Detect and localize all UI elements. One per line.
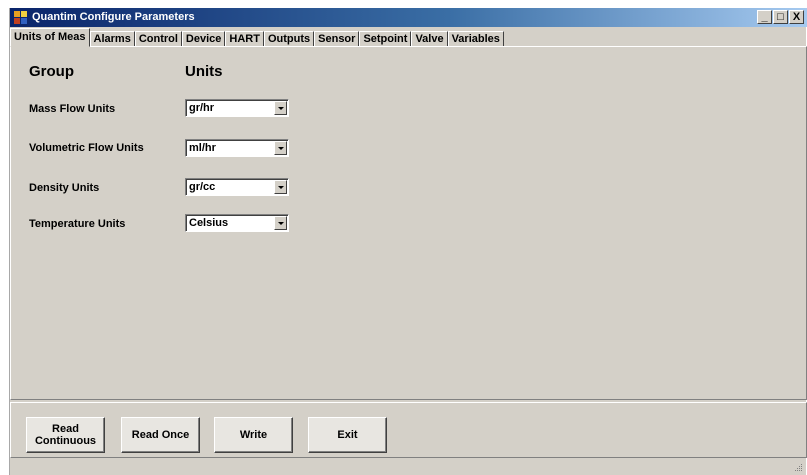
button-bar: Read Continuous Read Once Write Exit [10,402,807,458]
mass-flow-label: Mass Flow Units [29,103,116,115]
chevron-down-icon[interactable] [274,216,287,230]
read-continuous-line2: Continuous [34,435,97,447]
volumetric-flow-value: ml/hr [189,142,216,154]
density-select[interactable]: gr/cc [185,178,289,196]
tab-variables[interactable]: Variables [447,31,504,47]
app-window: Quantim Configure Parameters _ □ X Units… [9,8,807,475]
tab-strip: Units of Meas Alarms Control Device HART… [10,28,504,47]
temperature-label: Temperature Units [29,218,126,230]
temperature-value: Celsius [189,217,229,229]
read-continuous-button[interactable]: Read Continuous [26,417,105,453]
tab-outputs[interactable]: Outputs [263,31,315,47]
temperature-select[interactable]: Celsius [185,214,289,232]
chevron-down-icon[interactable] [274,141,287,155]
volumetric-flow-select[interactable]: ml/hr [185,139,289,157]
units-panel: Group Units Mass Flow Units gr/hr Volume… [10,46,807,400]
tab-units-of-meas[interactable]: Units of Meas [10,28,90,47]
density-label: Density Units [29,182,100,194]
density-value: gr/cc [189,181,216,193]
mass-flow-value: gr/hr [189,102,215,114]
maximize-button[interactable]: □ [773,10,788,24]
chevron-down-icon[interactable] [274,101,287,115]
tab-valve[interactable]: Valve [411,31,448,47]
mass-flow-select[interactable]: gr/hr [185,99,289,117]
volumetric-flow-label: Volumetric Flow Units [29,142,144,154]
units-header: Units [185,63,223,80]
chevron-down-icon[interactable] [274,180,287,194]
group-header: Group [29,63,74,80]
tab-setpoint[interactable]: Setpoint [359,31,412,47]
write-button[interactable]: Write [214,417,293,453]
resize-grip-icon[interactable] [793,462,803,472]
title-bar[interactable]: Quantim Configure Parameters _ □ X [10,8,807,27]
tab-alarms[interactable]: Alarms [89,31,135,47]
read-once-button[interactable]: Read Once [121,417,200,453]
tab-hart[interactable]: HART [225,31,264,47]
minimize-button[interactable]: _ [757,10,772,24]
exit-button[interactable]: Exit [308,417,387,453]
app-icon [14,11,27,24]
read-continuous-line1: Read [52,423,79,435]
close-button[interactable]: X [789,10,804,24]
window-title: Quantim Configure Parameters [32,11,195,23]
tab-control[interactable]: Control [134,31,182,47]
tab-sensor[interactable]: Sensor [314,31,360,47]
tab-device[interactable]: Device [181,31,226,47]
